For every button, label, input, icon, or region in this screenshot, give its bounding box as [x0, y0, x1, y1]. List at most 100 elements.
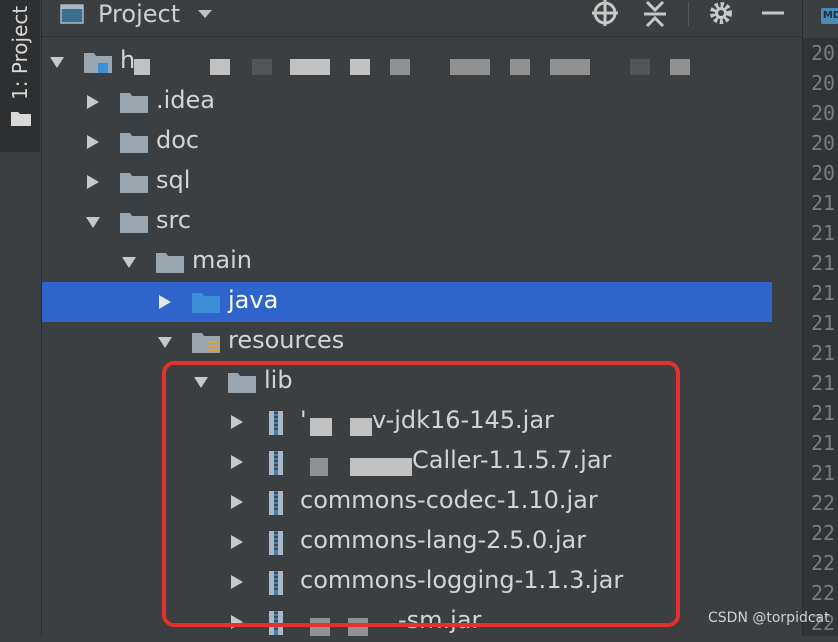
project-tool-tab[interactable]: 1: Project	[0, 0, 40, 152]
chevron-right-icon[interactable]	[230, 495, 244, 509]
folder-icon	[120, 173, 148, 193]
line-number: 20	[811, 161, 836, 185]
chevron-right-icon[interactable]	[86, 135, 100, 149]
root-label: h	[120, 46, 136, 74]
project-window-icon	[60, 4, 84, 24]
line-number: 21	[811, 221, 836, 245]
module-folder-icon	[84, 53, 112, 73]
tree-row-jar[interactable]: commons-logging-1.1.3.jar	[42, 562, 772, 602]
redacted-block	[310, 458, 328, 476]
line-number: 20	[811, 101, 836, 125]
chevron-down-icon[interactable]	[158, 335, 172, 349]
tree-row-src[interactable]: src	[42, 202, 772, 242]
chevron-right-icon[interactable]	[86, 95, 100, 109]
redacted-block	[350, 59, 370, 75]
project-tab-label: 1: Project	[8, 5, 32, 100]
tree-row-java[interactable]: java	[42, 282, 772, 322]
jar-archive-icon	[269, 451, 283, 475]
redacted-block	[390, 59, 410, 75]
chevron-right-icon[interactable]	[230, 615, 244, 629]
jar-label: Caller-1.1.5.7.jar	[412, 446, 612, 474]
jar-label: -sm.jar	[398, 606, 482, 634]
redacted-block	[510, 59, 530, 75]
line-number: 21	[811, 461, 836, 485]
tree-item-label: java	[228, 286, 279, 314]
tree-item-label: resources	[228, 326, 345, 354]
line-number: 22	[811, 521, 836, 545]
tree-item-label: lib	[264, 366, 293, 394]
tree-row-root[interactable]: h	[42, 42, 772, 82]
tree-row-jar[interactable]: commons-codec-1.10.jar	[42, 482, 772, 522]
redacted-block	[350, 418, 372, 436]
jar-archive-icon	[269, 491, 283, 515]
jar-label: commons-logging-1.1.3.jar	[300, 566, 624, 594]
chevron-down-icon[interactable]	[194, 375, 208, 389]
chevron-right-icon[interactable]	[86, 175, 100, 189]
project-header: Project	[42, 0, 802, 37]
editor-gutter: MD 20 20 20 20 20 21 21 21 21 21 21 21 21 21 21 22 22 22 2…	[802, 0, 838, 636]
jar-archive-icon	[269, 611, 283, 635]
redacted-block	[670, 59, 690, 75]
redacted-block	[310, 418, 332, 436]
tree-row-main[interactable]: main	[42, 242, 772, 282]
tree-row-doc[interactable]: doc	[42, 122, 772, 162]
tree-row-jar[interactable]: ' v-jdk16-145.jar	[42, 402, 772, 442]
tree-item-label: doc	[156, 126, 200, 154]
line-number: 20	[811, 71, 836, 95]
jar-label: v-jdk16-145.jar	[372, 406, 554, 434]
tree-row-jar[interactable]: -sm.jar	[42, 602, 772, 642]
chevron-right-icon[interactable]	[230, 535, 244, 549]
folder-icon	[11, 112, 31, 126]
header-separator	[688, 2, 689, 26]
redacted-block	[290, 59, 330, 75]
tree-row-resources[interactable]: resources	[42, 322, 772, 362]
folder-icon	[120, 213, 148, 233]
gear-icon[interactable]	[706, 0, 736, 28]
line-number: 22	[811, 551, 836, 575]
tree-item-label: main	[192, 246, 252, 274]
resources-folder-icon	[192, 333, 220, 353]
chevron-right-icon[interactable]	[158, 295, 172, 309]
folder-icon	[120, 93, 148, 113]
line-number: 20	[811, 131, 836, 155]
tree-row-jar[interactable]: Caller-1.1.5.7.jar	[42, 442, 772, 482]
line-numbers: 20 20 20 20 20 21 21 21 21 21 21 21 21 21 21 22 22 22 22 22…	[811, 38, 835, 636]
line-number: 21	[811, 401, 836, 425]
tree-item-label: .idea	[156, 86, 216, 114]
chevron-down-icon[interactable]	[86, 215, 100, 229]
line-number: 21	[811, 341, 836, 365]
chevron-down-icon[interactable]	[196, 8, 214, 20]
redacted-block	[134, 59, 150, 75]
editor-tab[interactable]: MD	[803, 0, 838, 38]
line-number: 22	[811, 491, 836, 515]
folder-icon	[228, 373, 256, 393]
line-number: 20	[811, 41, 836, 65]
chevron-down-icon[interactable]	[122, 255, 136, 269]
redacted-block	[210, 59, 230, 75]
source-folder-icon	[192, 293, 220, 313]
folder-icon	[156, 253, 184, 273]
watermark: CSDN @torpidcat	[708, 610, 830, 626]
collapse-all-icon[interactable]	[640, 0, 670, 28]
chevron-right-icon[interactable]	[230, 575, 244, 589]
tree-row-idea[interactable]: .idea	[42, 82, 772, 122]
locate-icon[interactable]	[590, 0, 620, 28]
line-number: 21	[811, 371, 836, 395]
line-number: 21	[811, 311, 836, 335]
folder-icon	[120, 133, 148, 153]
redacted-block	[350, 458, 412, 476]
jar-archive-icon	[269, 411, 283, 435]
chevron-right-icon[interactable]	[230, 415, 244, 429]
line-number: 21	[811, 191, 836, 215]
tree-row-lib[interactable]: lib	[42, 362, 772, 402]
minimize-icon[interactable]	[758, 0, 788, 28]
tree-row-jar[interactable]: commons-lang-2.5.0.jar	[42, 522, 772, 562]
chevron-down-icon[interactable]	[50, 55, 64, 69]
jar-archive-icon	[269, 531, 283, 555]
jar-label: commons-codec-1.10.jar	[300, 486, 598, 514]
chevron-right-icon[interactable]	[230, 455, 244, 469]
tree-row-sql[interactable]: sql	[42, 162, 772, 202]
line-number: 21	[811, 251, 836, 275]
redacted-block	[630, 59, 650, 75]
tree-item-label: sql	[156, 166, 191, 194]
